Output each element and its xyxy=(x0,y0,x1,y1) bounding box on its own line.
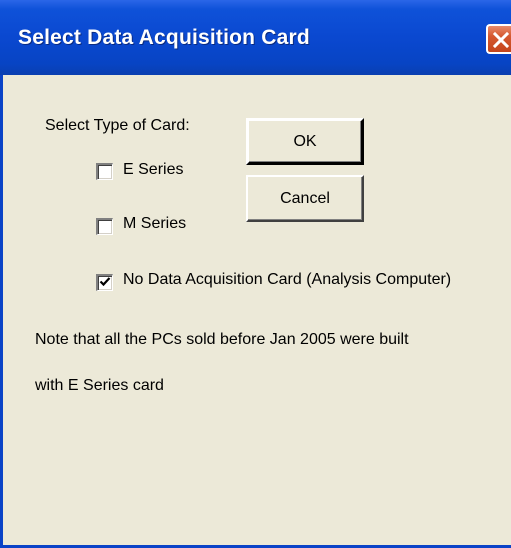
note-line-1: Note that all the PCs sold before Jan 20… xyxy=(35,331,409,348)
note-line-2: with E Series card xyxy=(35,377,164,394)
ok-button[interactable]: OK xyxy=(246,118,364,165)
no-card-checkbox[interactable] xyxy=(96,274,113,291)
e-series-checkbox[interactable] xyxy=(96,163,113,180)
dialog-window: Select Data Acquisition Card Select Type… xyxy=(0,0,511,548)
window-title: Select Data Acquisition Card xyxy=(18,26,310,49)
close-icon xyxy=(492,31,510,49)
card-type-label: Select Type of Card: xyxy=(45,117,190,134)
cancel-button[interactable]: Cancel xyxy=(246,175,364,222)
m-series-checkbox[interactable] xyxy=(96,218,113,235)
title-bar[interactable]: Select Data Acquisition Card xyxy=(0,0,511,75)
no-card-label[interactable]: No Data Acquisition Card (Analysis Compu… xyxy=(123,271,451,289)
checkmark-icon xyxy=(99,277,111,287)
m-series-label[interactable]: M Series xyxy=(123,215,186,233)
e-series-label[interactable]: E Series xyxy=(123,161,183,179)
close-button[interactable] xyxy=(486,24,511,54)
